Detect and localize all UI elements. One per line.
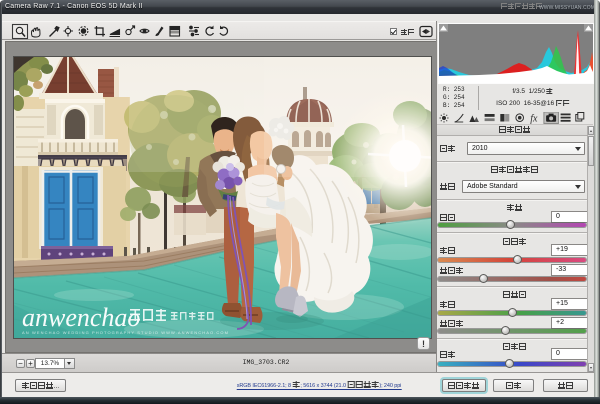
svg-text:AN WENCHAO WEDDING PHOTOGRAPHY: AN WENCHAO WEDDING PHOTOGRAPHY STUDIO WW… <box>22 330 229 335</box>
svg-text:anwenchao: anwenchao <box>22 303 140 332</box>
svg-text:fx: fx <box>530 114 538 125</box>
